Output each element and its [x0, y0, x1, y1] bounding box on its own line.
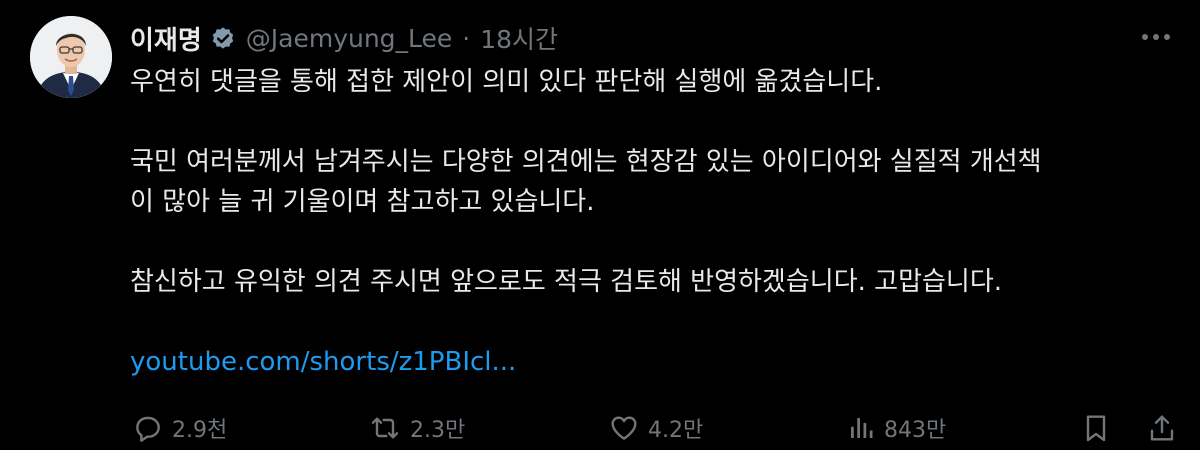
author-handle[interactable]: @Jaemyung_Lee — [246, 24, 453, 53]
share-button[interactable] — [1146, 408, 1178, 448]
retweet-button[interactable]: 2.3만 — [368, 408, 465, 448]
retweet-count: 2.3만 — [410, 418, 466, 443]
retweet-icon — [371, 417, 399, 439]
like-count: 4.2만 — [648, 418, 704, 443]
tweet-paragraph: 우연히 댓글을 통해 접한 제안이 의미 있다 판단해 실행에 옮겼습니다. — [130, 62, 1170, 102]
tweet-paragraph: youtube.com/shorts/z1PBIcl... — [130, 342, 1170, 382]
views-bar-chart-icon — [851, 418, 873, 438]
heart-icon — [611, 416, 637, 440]
header-separator: · — [462, 23, 471, 53]
tweet-text-line: 참신하고 유익한 의견 주시면 앞으로도 적극 검토해 반영하겠습니다. 고맙습… — [130, 267, 1003, 297]
tweet-paragraph: 참신하고 유익한 의견 주시면 앞으로도 적극 검토해 반영하겠습니다. 고맙습… — [130, 262, 1170, 302]
tweet-link[interactable]: youtube.com/shorts/z1PBIcl... — [130, 347, 516, 377]
tweet-text-line: 국민 여러분께서 남겨주시는 다양한 의견에는 현장감 있는 아이디어와 실질적… — [130, 147, 1042, 177]
like-button[interactable]: 4.2만 — [608, 408, 703, 448]
tweet-body: 우연히 댓글을 통해 접한 제안이 의미 있다 판단해 실행에 옮겼습니다. 국… — [130, 62, 1170, 382]
more-dots-icon — [1142, 34, 1170, 40]
avatar-portrait-image — [30, 16, 112, 98]
reply-icon — [136, 416, 160, 442]
view-count: 843만 — [884, 418, 947, 443]
avatar[interactable] — [30, 16, 112, 98]
views-button[interactable]: 843만 — [846, 408, 946, 448]
reply-button[interactable]: 2.9천 — [132, 408, 227, 448]
tweet-text-line: 우연히 댓글을 통해 접한 제안이 의미 있다 판단해 실행에 옮겼습니다. — [130, 67, 883, 97]
tweet-header: 이재명 @Jaemyung_Lee · 18시간 — [130, 18, 558, 58]
tweet-paragraph: 국민 여러분께서 남겨주시는 다양한 의견에는 현장감 있는 아이디어와 실질적… — [130, 142, 1170, 222]
verified-badge-icon — [210, 25, 236, 51]
author-name[interactable]: 이재명 — [130, 20, 202, 57]
reply-count: 2.9천 — [172, 418, 228, 443]
bookmark-button[interactable] — [1080, 408, 1112, 448]
more-options-button[interactable] — [1136, 22, 1176, 52]
bookmark-icon — [1086, 415, 1106, 442]
action-bar: 2.9천 2.3만 4.2만 843만 — [130, 408, 1180, 448]
share-icon — [1150, 415, 1174, 441]
tweet-text-line: 이 많아 늘 귀 기울이며 참고하고 있습니다. — [130, 187, 595, 217]
tweet-card[interactable]: 이재명 @Jaemyung_Lee · 18시간 우연히 댓글을 통해 접한 제… — [0, 0, 1200, 450]
tweet-timestamp[interactable]: 18시간 — [480, 20, 558, 56]
